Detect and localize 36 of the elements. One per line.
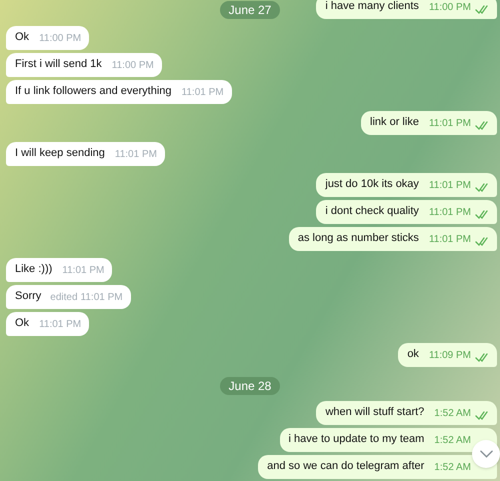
message-text: just do 10k its okay — [325, 177, 419, 191]
message-time: 11:00 PM — [112, 60, 154, 72]
edited-label: edited — [50, 292, 78, 304]
message-time: 11:01 PM — [428, 207, 471, 219]
date-label: June 28 — [220, 377, 280, 395]
chevron-down-icon — [480, 450, 492, 458]
message-text: Sorry — [15, 289, 42, 303]
message-time: 11:00 PM — [39, 33, 82, 45]
message-time: 11:01 PM — [80, 292, 123, 304]
message-time: 11:01 PM — [182, 87, 224, 99]
message-time: 11:01 PM — [62, 265, 104, 277]
message-time: 11:01 PM — [428, 180, 471, 192]
message-text: If u link followers and everything — [15, 84, 172, 98]
message-text: i have to update to my team — [288, 432, 424, 446]
message-time: 11:00 PM — [428, 2, 471, 14]
message-time: 1:52 AM — [434, 435, 471, 447]
message-text: link or like — [370, 115, 419, 129]
date-label: June 27 — [220, 1, 280, 19]
message-text: ok — [407, 347, 419, 361]
message-text: Like :))) — [15, 262, 52, 276]
message-time: 1:52 AM — [434, 408, 471, 420]
message-time: 11:09 PM — [428, 350, 471, 362]
message-text: as long as number sticks — [298, 231, 419, 245]
message-time: 1:52 AM — [434, 462, 471, 474]
message-text: I will keep sending — [15, 146, 105, 160]
message-text: Ok — [15, 316, 30, 330]
message-text: Ok — [15, 30, 30, 44]
message-time: 11:01 PM — [428, 118, 471, 130]
message-time: 11:01 PM — [428, 234, 471, 246]
message-text: when will stuff start? — [325, 405, 424, 419]
message-text: i dont check quality — [325, 204, 419, 218]
message-time: 11:01 PM — [114, 149, 157, 161]
message-text: First i will send 1k — [15, 57, 102, 71]
message-text: and so we can do telegram after — [267, 459, 424, 473]
message-time: 11:01 PM — [39, 319, 82, 331]
message-text: i have many clients — [325, 0, 419, 13]
